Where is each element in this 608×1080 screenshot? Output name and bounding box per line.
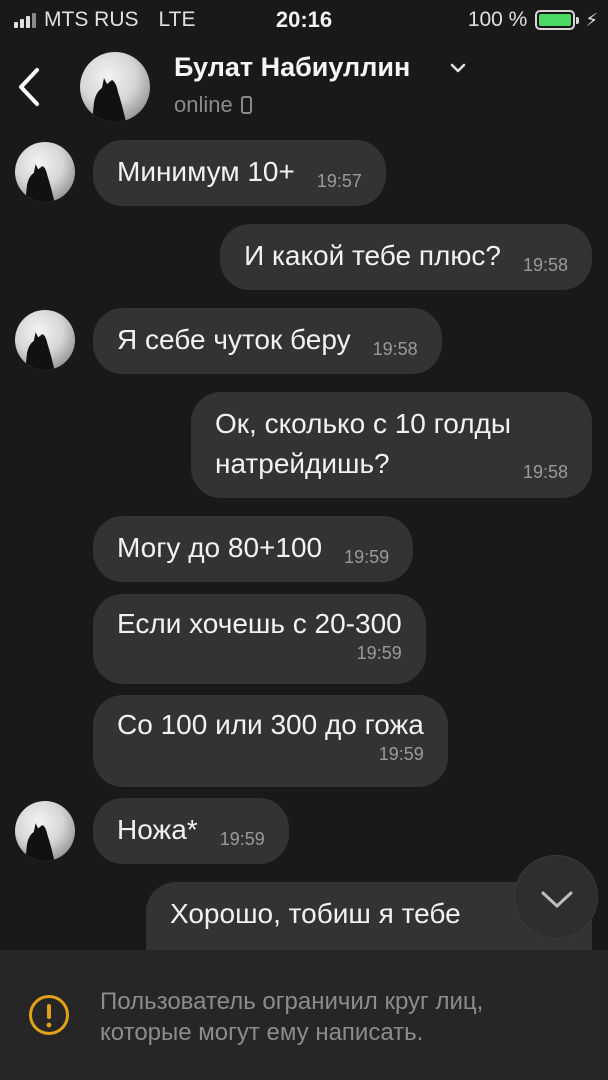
message-text: Минимум 10+: [117, 156, 295, 187]
charging-icon: ⚡: [585, 9, 598, 30]
message-time: 19:58: [522, 462, 568, 482]
message-text: Я себе чуток беру: [117, 324, 351, 355]
message-text-line: Ок, сколько с 10 голды: [215, 408, 512, 439]
message-time: 19:57: [316, 171, 362, 191]
battery-percent: 100 %: [467, 8, 528, 31]
outgoing-message[interactable]: И какой тебе плюс? 19:58: [220, 224, 592, 290]
warning-icon: [29, 995, 69, 1035]
incoming-message[interactable]: Минимум 10+ 19:57: [93, 140, 386, 206]
presence-status: online: [174, 92, 252, 118]
notice-line: которые могут ему написать.: [100, 1019, 424, 1046]
wolf-howling-icon: [92, 78, 126, 122]
message-list[interactable]: Минимум 10+ 19:57 И какой тебе плюс? 19:58…: [0, 132, 608, 950]
chevron-down-icon[interactable]: [448, 60, 468, 76]
back-button[interactable]: [10, 62, 50, 112]
message-time: 19:59: [219, 829, 265, 849]
contact-avatar[interactable]: [80, 52, 150, 122]
message-text: Ножа*: [117, 814, 198, 845]
notice-line: Пользователь ограничил круг лиц,: [100, 988, 484, 1015]
wolf-howling-icon: [25, 823, 55, 861]
message-time: 19:59: [356, 643, 402, 663]
message-text: Хорошо, тобиш я тебе: [170, 898, 461, 929]
message-time: 19:58: [522, 255, 568, 275]
incoming-message[interactable]: Со 100 или 300 до гожа 19:59: [93, 695, 448, 787]
sender-avatar[interactable]: [15, 142, 75, 202]
wolf-howling-icon: [25, 332, 55, 370]
incoming-message[interactable]: Если хочешь с 20-300 19:59: [93, 594, 426, 684]
chevron-left-icon: [19, 68, 39, 106]
wolf-howling-icon: [25, 164, 55, 202]
battery-icon: [535, 10, 580, 30]
message-text: Могу до 80+100: [117, 532, 323, 563]
status-bar: MTS RUS LTE 20:16 100 % ⚡: [0, 0, 608, 40]
message-text: Со 100 или 300 до гожа: [117, 709, 424, 740]
chevron-down-icon: [541, 891, 573, 908]
presence-label: online: [174, 92, 233, 117]
sender-avatar[interactable]: [15, 310, 75, 370]
message-time: 19:58: [372, 339, 418, 359]
scroll-to-bottom-button[interactable]: [514, 855, 598, 939]
incoming-message[interactable]: Могу до 80+100 19:59: [93, 516, 414, 582]
contact-name[interactable]: Булат Набиуллин: [174, 52, 410, 83]
sender-avatar[interactable]: [15, 801, 75, 861]
message-text: И какой тебе плюс?: [244, 240, 501, 271]
incoming-message[interactable]: Я себе чуток беру 19:58: [93, 308, 442, 374]
message-text: Если хочешь с 20-300: [117, 608, 402, 639]
message-time: 19:59: [344, 547, 390, 567]
message-text-line: натрейдишь?: [215, 448, 390, 479]
incoming-message[interactable]: Ножа* 19:59: [93, 798, 289, 864]
chat-header: Булат Набиуллин online: [0, 40, 608, 132]
message-time: 19:59: [378, 744, 424, 764]
outgoing-message[interactable]: Ок, сколько с 10 голды натрейдишь? 19:58: [191, 392, 592, 498]
mobile-phone-icon: [240, 96, 252, 114]
restriction-notice: Пользователь ограничил круг лиц, которые…: [0, 950, 608, 1080]
